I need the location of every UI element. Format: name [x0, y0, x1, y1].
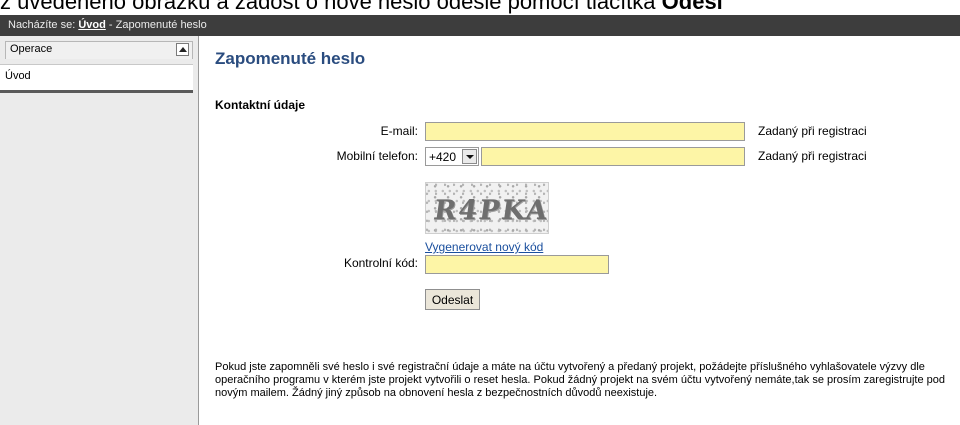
sidebar-item-uvod[interactable]: Úvod — [0, 64, 193, 93]
captcha-label: Kontrolní kód: — [343, 256, 418, 270]
caption-text: z uvedeného obrázku a žádost o nové hesl… — [0, 0, 662, 14]
main-content: Zapomenuté heslo Kontaktní údaje E-mail:… — [215, 36, 960, 425]
email-hint: Zadaný při registraci — [758, 124, 867, 138]
phone-prefix-select[interactable]: +420 — [425, 147, 479, 166]
page-title: Zapomenuté heslo — [215, 49, 366, 68]
sidebar-section-header: Operace — [5, 41, 193, 59]
captcha-image: R4PKA — [425, 182, 549, 234]
sidebar-section-label: Operace — [10, 43, 53, 55]
breadcrumb-separator: - — [108, 19, 113, 31]
breadcrumb-home-link[interactable]: Úvod — [78, 19, 106, 31]
phone-prefix-value: +420 — [429, 150, 457, 164]
phone-field[interactable] — [481, 147, 745, 166]
dropdown-arrow-icon[interactable] — [462, 149, 477, 164]
breadcrumb-prefix: Nacházíte se: — [8, 19, 76, 31]
phone-label: Mobilní telefon: — [336, 149, 418, 163]
sidebar-item-label: Úvod — [5, 70, 31, 82]
submit-button[interactable]: Odeslat — [425, 289, 480, 310]
regenerate-code-link[interactable]: Vygenerovat nový kód — [425, 240, 543, 254]
info-text: Pokud jste zapomněli své heslo i své reg… — [215, 361, 946, 399]
document-caption: z uvedeného obrázku a žádost o nové hesl… — [0, 0, 960, 15]
captcha-field[interactable] — [425, 255, 609, 274]
section-title: Kontaktní údaje — [215, 98, 306, 112]
caption-bold: Odesl — [661, 0, 723, 14]
phone-hint: Zadaný při registraci — [758, 149, 867, 163]
email-label: E-mail: — [380, 124, 418, 138]
chevron-up-icon[interactable] — [176, 43, 189, 56]
breadcrumb: Nacházíte se: Úvod - Zapomenuté heslo — [0, 15, 960, 36]
sidebar: Operace Úvod — [0, 36, 199, 425]
breadcrumb-current: Zapomenuté heslo — [115, 19, 207, 31]
captcha-code: R4PKA — [431, 195, 549, 226]
email-field[interactable] — [425, 122, 745, 141]
